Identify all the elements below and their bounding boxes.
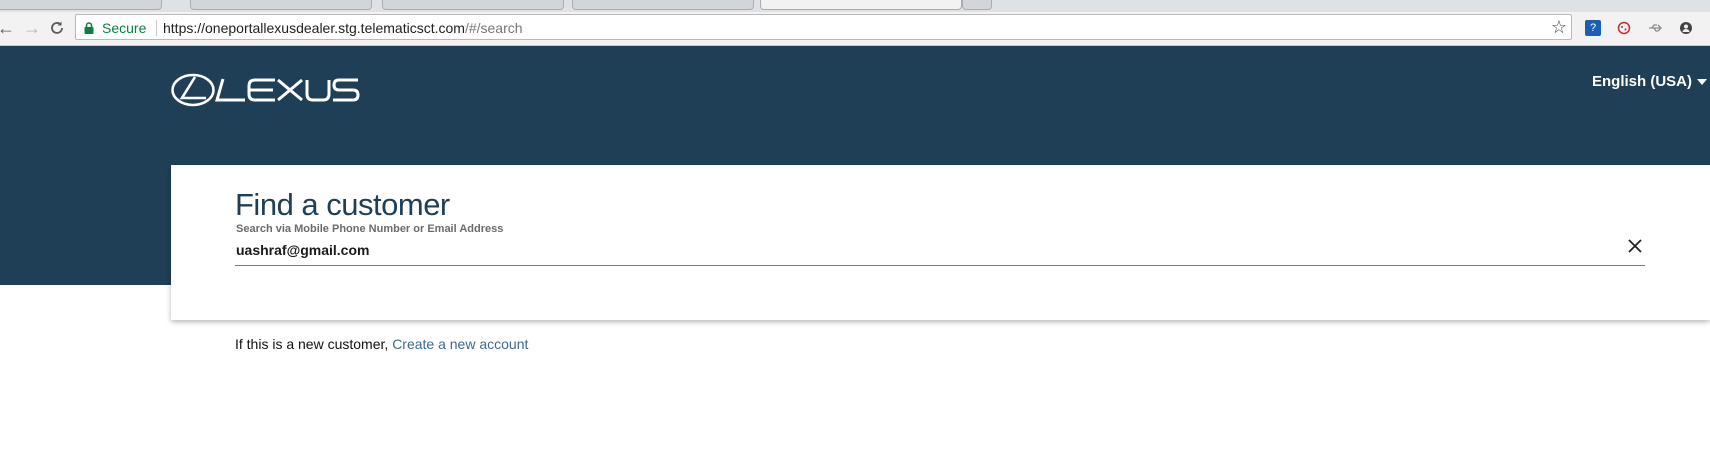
search-card: Find a customer Search via Mobile Phone …	[171, 165, 1710, 320]
language-label: English (USA)	[1592, 73, 1692, 90]
browser-tab[interactable]	[190, 0, 372, 10]
question-extension-icon[interactable]: ?	[1585, 20, 1601, 36]
url-host: https://oneportallexusdealer.stg.telemat…	[163, 20, 465, 36]
page-title: Find a customer	[235, 187, 450, 222]
forward-icon[interactable]: →	[20, 16, 44, 40]
reload-icon[interactable]	[45, 16, 69, 40]
new-customer-text: If this is a new customer,	[235, 336, 389, 352]
new-tab-button[interactable]	[962, 0, 992, 10]
back-icon[interactable]: ←	[0, 16, 18, 40]
browser-tab-active[interactable]	[760, 0, 962, 10]
address-bar[interactable]: Secure https://oneportallexusdealer.stg.…	[75, 14, 1572, 40]
caret-down-icon	[1697, 79, 1707, 86]
security-label: Secure	[102, 20, 147, 36]
close-icon	[1628, 239, 1642, 253]
url-text[interactable]: https://oneportallexusdealer.stg.telemat…	[163, 20, 523, 36]
lock-icon	[84, 22, 94, 34]
usb-extension-icon[interactable]	[1647, 20, 1663, 36]
create-account-link[interactable]: Create a new account	[392, 336, 528, 352]
browser-tab[interactable]	[382, 0, 564, 10]
browser-toolbar: ← → Secure https://oneportallexusdealer.…	[0, 12, 1710, 46]
address-divider	[156, 20, 157, 36]
clear-search-button[interactable]	[1623, 234, 1647, 258]
language-selector[interactable]: English (USA)	[1592, 73, 1707, 90]
search-field-label: Search via Mobile Phone Number or Email …	[236, 223, 504, 235]
bookmark-star-icon[interactable]: ☆	[1551, 16, 1567, 38]
url-path: /#/search	[464, 20, 523, 36]
lexus-logo[interactable]	[171, 72, 361, 113]
new-customer-prompt: If this is a new customer, Create a new …	[235, 336, 528, 352]
search-input-underline	[235, 265, 1645, 266]
browser-tab[interactable]	[572, 0, 754, 10]
customer-search-input[interactable]	[236, 240, 1616, 260]
browser-tab-strip	[0, 0, 1710, 12]
profile-extension-icon[interactable]	[1678, 20, 1694, 36]
browser-tab[interactable]	[0, 0, 162, 10]
cookie-extension-icon[interactable]	[1616, 20, 1632, 36]
